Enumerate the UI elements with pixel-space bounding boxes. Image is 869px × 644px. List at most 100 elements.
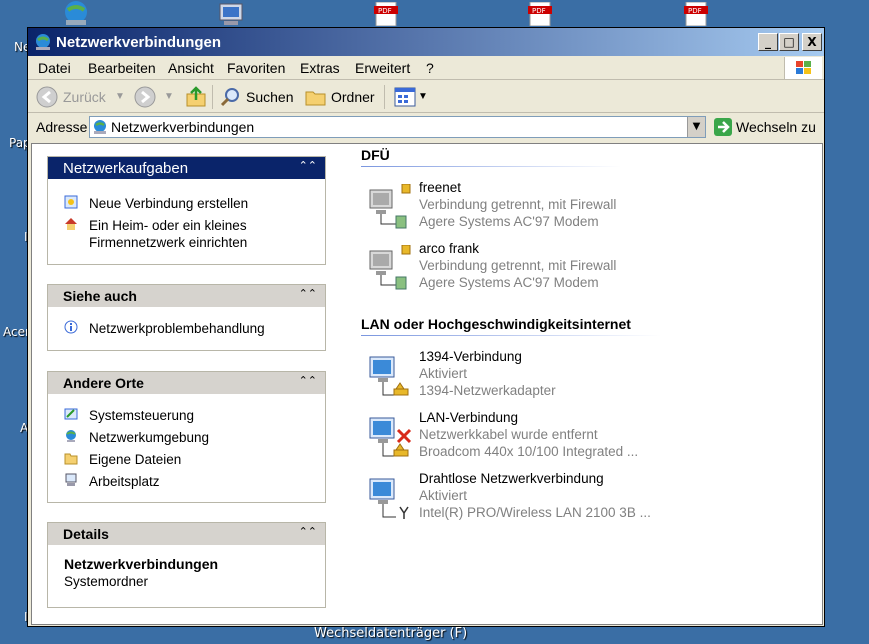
menu-bar: Datei Bearbeiten Ansicht Favoriten Extra… xyxy=(28,56,824,80)
close-button[interactable]: X xyxy=(802,33,822,51)
see-also-header[interactable]: Siehe auch ⌃⌃ xyxy=(48,285,325,307)
details-type: Systemordner xyxy=(64,574,149,589)
maximize-button[interactable]: □ xyxy=(779,33,799,51)
desktop-pdf-icon[interactable]: PDF xyxy=(526,1,554,27)
toolbar-separator xyxy=(212,85,213,109)
other-places-panel: Andere Orte ⌃⌃ Systemsteuerung Netzwerku… xyxy=(47,371,326,503)
title-bar[interactable]: Netzwerkverbindungen _ □ X xyxy=(28,28,824,56)
connection-item[interactable]: freenet Verbindung getrennt, mit Firewal… xyxy=(366,180,696,238)
lan-connection-icon xyxy=(366,353,412,399)
up-folder-icon[interactable] xyxy=(185,86,207,108)
svg-text:PDF: PDF xyxy=(532,7,546,15)
group-divider xyxy=(361,166,621,167)
home-network-icon xyxy=(64,217,78,231)
my-documents-icon xyxy=(64,451,78,465)
folders-button[interactable]: Ordner xyxy=(331,89,375,105)
connection-name: LAN-Verbindung xyxy=(419,410,519,425)
info-icon xyxy=(64,320,78,334)
task-pane: Netzwerkaufgaben ⌃⌃ Neue Verbindung erst… xyxy=(32,144,332,624)
connection-item[interactable]: 1394-Verbindung Aktiviert 1394-Netzwerka… xyxy=(366,349,696,407)
address-label: Adresse xyxy=(36,119,88,135)
details-name: Netzwerkverbindungen xyxy=(64,556,219,572)
network-tasks-title: Netzwerkaufgaben xyxy=(63,160,189,177)
window-title: Netzwerkverbindungen xyxy=(56,34,222,51)
connection-device: Intel(R) PRO/Wireless LAN 2100 3B ... xyxy=(419,505,651,520)
wireless-connection-icon xyxy=(366,475,412,521)
search-button[interactable]: Suchen xyxy=(246,89,293,105)
collapse-chevron-icon[interactable]: ⌃⌃ xyxy=(299,525,317,538)
dialup-connection-icon xyxy=(366,183,412,230)
desktop-computer-icon[interactable] xyxy=(216,2,248,26)
explorer-window: Netzwerkverbindungen _ □ X Datei Bearbei… xyxy=(27,27,825,627)
group-heading-dfu: DFÜ xyxy=(361,147,390,163)
svg-text:PDF: PDF xyxy=(688,7,702,15)
connection-name: 1394-Verbindung xyxy=(419,349,522,364)
desktop-pdf-icon[interactable]: PDF xyxy=(372,1,400,27)
details-title: Details xyxy=(63,526,109,542)
connection-device: 1394-Netzwerkadapter xyxy=(419,383,556,398)
desktop-drive-label[interactable]: Wechseldatenträger (F) xyxy=(314,626,467,641)
dialup-connection-icon xyxy=(366,244,412,291)
connection-status: Verbindung getrennt, mit Firewall xyxy=(419,258,617,273)
collapse-chevron-icon[interactable]: ⌃⌃ xyxy=(299,159,317,172)
control-panel-icon xyxy=(64,407,78,421)
minimize-button[interactable]: _ xyxy=(758,33,778,51)
connection-status: Verbindung getrennt, mit Firewall xyxy=(419,197,617,212)
menu-erweitert[interactable]: Erweitert xyxy=(355,60,410,76)
forward-arrow-icon[interactable] xyxy=(134,86,156,108)
connection-name: arco frank xyxy=(419,241,480,256)
folders-icon[interactable] xyxy=(305,87,327,107)
network-tasks-header[interactable]: Netzwerkaufgaben ⌃⌃ xyxy=(48,157,325,179)
content-area: Netzwerkaufgaben ⌃⌃ Neue Verbindung erst… xyxy=(31,143,823,625)
connection-name: Drahtlose Netzwerkverbindung xyxy=(419,471,604,486)
details-panel: Details ⌃⌃ Netzwerkverbindungen Systemor… xyxy=(47,522,326,608)
connection-device: Broadcom 440x 10/100 Integrated ... xyxy=(419,444,639,459)
network-connections-icon xyxy=(34,33,52,51)
search-icon[interactable] xyxy=(220,86,242,108)
other-places-header[interactable]: Andere Orte ⌃⌃ xyxy=(48,372,325,394)
views-dropdown-icon[interactable]: ▼ xyxy=(418,91,428,102)
address-dropdown-button[interactable]: ▼ xyxy=(687,117,705,137)
connection-status: Aktiviert xyxy=(419,488,468,503)
see-also-title: Siehe auch xyxy=(63,288,137,304)
other-places-title: Andere Orte xyxy=(63,375,144,391)
menu-bearbeiten[interactable]: Bearbeiten xyxy=(88,60,156,76)
back-arrow-icon[interactable] xyxy=(36,86,58,108)
group-divider xyxy=(361,335,661,336)
lan-connection-icon xyxy=(366,414,412,460)
connection-status: Aktiviert xyxy=(419,366,468,381)
connection-device: Agere Systems AC'97 Modem xyxy=(419,214,599,229)
menu-favoriten[interactable]: Favoriten xyxy=(227,60,285,76)
connection-item[interactable]: LAN-Verbindung Netzwerkkabel wurde entfe… xyxy=(366,410,696,468)
desktop-icon-label[interactable]: Acer xyxy=(3,325,30,339)
menu-ansicht[interactable]: Ansicht xyxy=(168,60,214,76)
desktop-pdf-icon[interactable]: PDF xyxy=(682,1,710,27)
see-also-panel: Siehe auch ⌃⌃ Netzwerkproblembehandlung xyxy=(47,284,326,351)
details-header[interactable]: Details ⌃⌃ xyxy=(48,523,325,545)
collapse-chevron-icon[interactable]: ⌃⌃ xyxy=(299,374,317,387)
toolbar: Zurück ▼ ▼ Suchen Ordner ▼ xyxy=(28,81,824,113)
views-icon[interactable] xyxy=(394,87,416,107)
network-tasks-panel: Netzwerkaufgaben ⌃⌃ Neue Verbindung erst… xyxy=(47,156,326,265)
group-heading-lan: LAN oder Hochgeschwindigkeitsinternet xyxy=(361,316,631,332)
menu-help[interactable]: ? xyxy=(426,60,434,76)
address-input[interactable]: Netzwerkverbindungen ▼ xyxy=(89,116,706,138)
menu-datei[interactable]: Datei xyxy=(38,60,71,76)
go-button[interactable]: Wechseln zu xyxy=(736,119,816,135)
desktop-network-icon[interactable] xyxy=(60,0,92,26)
back-button[interactable]: Zurück xyxy=(63,89,106,105)
my-computer-icon xyxy=(64,473,78,487)
go-arrow-icon[interactable] xyxy=(713,117,733,137)
connection-item[interactable]: Drahtlose Netzwerkverbindung Aktiviert I… xyxy=(366,471,696,529)
connection-device: Agere Systems AC'97 Modem xyxy=(419,275,599,290)
connection-item[interactable]: arco frank Verbindung getrennt, mit Fire… xyxy=(366,241,696,299)
collapse-chevron-icon[interactable]: ⌃⌃ xyxy=(299,287,317,300)
address-bar: Adresse Netzwerkverbindungen ▼ Wechseln … xyxy=(28,114,824,142)
menu-extras[interactable]: Extras xyxy=(300,60,340,76)
network-places-icon xyxy=(64,429,78,443)
connection-name: freenet xyxy=(419,180,462,195)
back-dropdown-icon[interactable]: ▼ xyxy=(115,91,125,102)
new-connection-icon xyxy=(64,195,78,209)
forward-dropdown-icon[interactable]: ▼ xyxy=(164,91,174,102)
network-connections-icon xyxy=(92,119,108,135)
